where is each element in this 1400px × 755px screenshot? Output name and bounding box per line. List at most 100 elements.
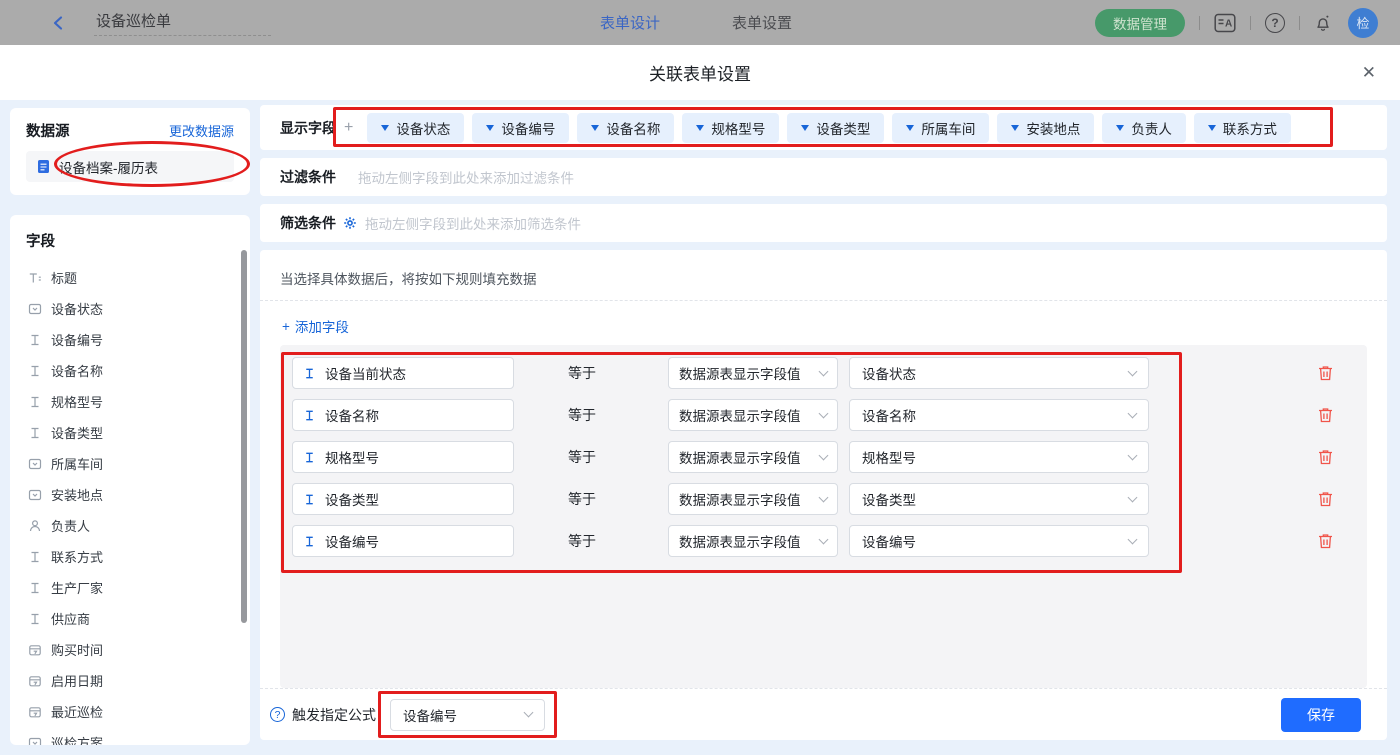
- chevron-down-icon: [819, 534, 829, 544]
- field-item-text[interactable]: 设备名称: [26, 355, 234, 386]
- rule-field-input[interactable]: 设备类型: [292, 483, 514, 515]
- add-display-field-button[interactable]: +: [344, 119, 353, 137]
- field-item-date[interactable]: 启用日期: [26, 665, 234, 696]
- gear-icon[interactable]: [343, 216, 357, 230]
- text-icon: [28, 333, 42, 347]
- display-field-chip[interactable]: 安装地点: [997, 113, 1094, 143]
- text-icon: [28, 364, 42, 378]
- fill-rules-hint: 当选择具体数据后，将按如下规则填充数据: [260, 250, 1387, 288]
- fields-title: 字段: [26, 230, 234, 251]
- source-type-select[interactable]: 数据源表显示字段值: [668, 525, 838, 557]
- field-item-text[interactable]: 联系方式: [26, 541, 234, 572]
- field-item-select[interactable]: 巡检方案: [26, 727, 234, 745]
- add-field-button[interactable]: + 添加字段: [282, 316, 349, 336]
- rule-field-input[interactable]: 设备当前状态: [292, 357, 514, 389]
- data-manage-button[interactable]: 数据管理: [1095, 9, 1185, 37]
- rules-panel: 设备当前状态 等于 数据源表显示字段值 设备状态 设备名称 等于 数据源表显示字…: [280, 345, 1367, 688]
- source-field-select[interactable]: 设备名称: [849, 399, 1149, 431]
- caret-down-icon: [696, 125, 704, 131]
- source-field-select[interactable]: 设备类型: [849, 483, 1149, 515]
- datasource-item[interactable]: 设备档案-履历表: [26, 151, 234, 182]
- caret-down-icon: [801, 125, 809, 131]
- field-item-text[interactable]: 供应商: [26, 603, 234, 634]
- field-item-date[interactable]: 购买时间: [26, 634, 234, 665]
- display-field-chip[interactable]: 联系方式: [1194, 113, 1291, 143]
- chevron-down-icon: [819, 366, 829, 376]
- text-icon: [303, 535, 316, 548]
- caret-down-icon: [1011, 125, 1019, 131]
- field-item-text[interactable]: 设备编号: [26, 324, 234, 355]
- display-field-chips: 设备状态 设备编号 设备名称 规格型号 设备类型 所属车间 安装地点 负责人 联…: [367, 113, 1291, 143]
- field-list: 标题 设备状态 设备编号 设备名称 规格型号 设备类型 所属车间 安装地点 负责…: [26, 262, 234, 745]
- source-type-select[interactable]: 数据源表显示字段值: [668, 357, 838, 389]
- rule-field-input[interactable]: 设备名称: [292, 399, 514, 431]
- delete-rule-icon[interactable]: [1317, 364, 1334, 382]
- trigger-formula-select[interactable]: 设备编号: [390, 699, 545, 731]
- source-type-select[interactable]: 数据源表显示字段值: [668, 441, 838, 473]
- tab-form-design[interactable]: 表单设计: [600, 12, 660, 33]
- chevron-down-icon: [524, 708, 534, 718]
- field-item-text[interactable]: 生产厂家: [26, 572, 234, 603]
- rule-field-input[interactable]: 设备编号: [292, 525, 514, 557]
- filter-condition-section[interactable]: 过滤条件 拖动左侧字段到此处来添加过滤条件: [260, 158, 1387, 196]
- close-icon[interactable]: ✕: [1362, 63, 1376, 83]
- screen-condition-section[interactable]: 筛选条件 拖动左侧字段到此处来添加筛选条件: [260, 204, 1387, 242]
- field-item-title[interactable]: 标题: [26, 262, 234, 293]
- notification-bell-icon[interactable]: [1314, 14, 1332, 32]
- rule-field-input[interactable]: 规格型号: [292, 441, 514, 473]
- back-icon[interactable]: [50, 14, 68, 32]
- field-item-text[interactable]: 设备类型: [26, 417, 234, 448]
- field-item-person[interactable]: 负责人: [26, 510, 234, 541]
- topbar: 设备巡检单 表单设计 表单设置 数据管理 A ? 检: [0, 0, 1400, 45]
- fill-rules-section: 当选择具体数据后，将按如下规则填充数据 + 添加字段 设备当前状态 等于 数据源…: [260, 250, 1387, 740]
- divider: [1299, 16, 1300, 30]
- rule-row: 设备编号 等于 数据源表显示字段值 设备编号: [292, 525, 1355, 557]
- tab-form-settings[interactable]: 表单设置: [732, 12, 792, 33]
- source-type-select[interactable]: 数据源表显示字段值: [668, 483, 838, 515]
- field-item-select[interactable]: 所属车间: [26, 448, 234, 479]
- help-icon[interactable]: ?: [1265, 13, 1285, 33]
- translate-icon[interactable]: A: [1214, 13, 1236, 33]
- source-type-select[interactable]: 数据源表显示字段值: [668, 399, 838, 431]
- display-field-chip[interactable]: 规格型号: [682, 113, 779, 143]
- display-field-chip[interactable]: 设备编号: [472, 113, 569, 143]
- rule-row: 设备当前状态 等于 数据源表显示字段值 设备状态: [292, 357, 1355, 389]
- datasource-title: 数据源: [26, 120, 70, 141]
- delete-rule-icon[interactable]: [1317, 490, 1334, 508]
- display-field-chip[interactable]: 设备名称: [577, 113, 674, 143]
- caret-down-icon: [486, 125, 494, 131]
- trigger-formula-label: 触发指定公式: [292, 705, 376, 725]
- source-field-select[interactable]: 设备状态: [849, 357, 1149, 389]
- caret-down-icon: [381, 125, 389, 131]
- help-icon[interactable]: ?: [270, 707, 285, 722]
- field-item-select[interactable]: 设备状态: [26, 293, 234, 324]
- display-field-chip[interactable]: 设备状态: [367, 113, 464, 143]
- display-field-chip[interactable]: 设备类型: [787, 113, 884, 143]
- fields-scrollbar[interactable]: [241, 250, 247, 623]
- user-avatar[interactable]: 检: [1348, 8, 1378, 38]
- title-icon: [28, 271, 42, 285]
- source-field-select[interactable]: 设备编号: [849, 525, 1149, 557]
- delete-rule-icon[interactable]: [1317, 406, 1334, 424]
- rule-row: 设备类型 等于 数据源表显示字段值 设备类型: [292, 483, 1355, 515]
- change-datasource-link[interactable]: 更改数据源: [169, 121, 234, 140]
- select-icon: [28, 736, 42, 746]
- chevron-down-icon: [819, 492, 829, 502]
- operator-label: 等于: [568, 531, 602, 551]
- display-field-chip[interactable]: 负责人: [1102, 113, 1186, 143]
- select-icon: [28, 302, 42, 316]
- field-item-date[interactable]: 最近巡检: [26, 696, 234, 727]
- chevron-down-icon: [1128, 366, 1138, 376]
- delete-rule-icon[interactable]: [1317, 532, 1334, 550]
- display-field-chip[interactable]: 所属车间: [892, 113, 989, 143]
- form-title[interactable]: 设备巡检单: [94, 9, 271, 36]
- field-item-text[interactable]: 规格型号: [26, 386, 234, 417]
- operator-label: 等于: [568, 363, 602, 383]
- source-field-select[interactable]: 规格型号: [849, 441, 1149, 473]
- delete-rule-icon[interactable]: [1317, 448, 1334, 466]
- text-icon: [28, 581, 42, 595]
- field-item-select[interactable]: 安装地点: [26, 479, 234, 510]
- save-button[interactable]: 保存: [1281, 698, 1361, 732]
- date-icon: [28, 705, 42, 719]
- screen-condition-label: 筛选条件: [280, 213, 336, 233]
